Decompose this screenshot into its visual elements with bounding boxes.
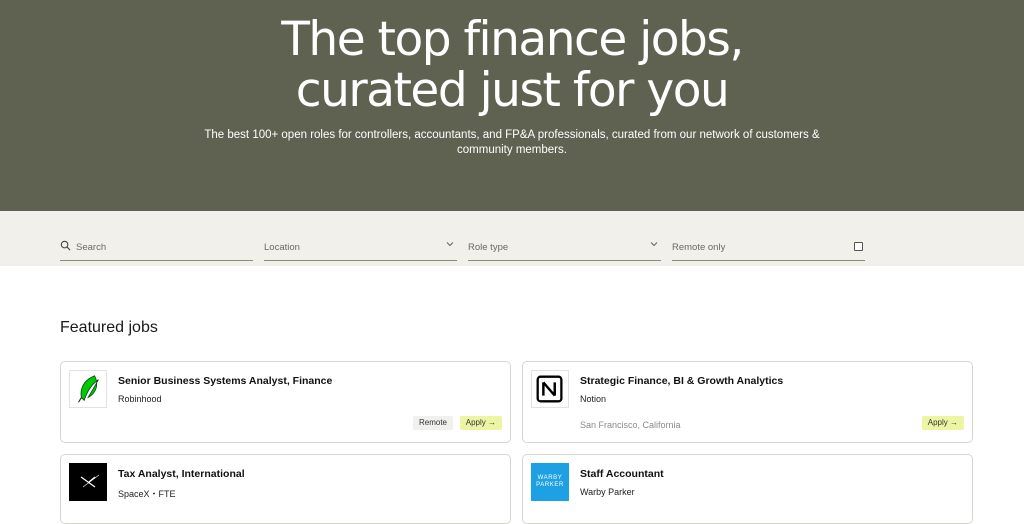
remote-only-checkbox[interactable]	[854, 242, 863, 251]
job-location: San Francisco, California	[580, 420, 681, 430]
featured-jobs-heading: Featured jobs	[60, 319, 158, 336]
role-type-label: Role type	[468, 242, 509, 253]
chevron-down-icon	[650, 242, 658, 247]
hero-title: The top finance jobs, curated just for y…	[0, 14, 1024, 116]
hero-title-line-1: The top finance jobs,	[281, 12, 744, 67]
warby-parker-logo-text-2: PARKER	[536, 482, 564, 488]
spacex-x-icon	[69, 463, 107, 501]
location-label: Location	[264, 242, 300, 253]
remote-only-label: Remote only	[672, 242, 726, 253]
job-company: SpaceX・FTE	[118, 489, 176, 499]
hero-banner: The top finance jobs, curated just for y…	[0, 0, 1024, 211]
search-icon	[60, 240, 71, 251]
job-company: Warby Parker	[580, 487, 635, 497]
hero-title-line-2: curated just for you	[295, 63, 730, 118]
location-select[interactable]: Location	[264, 224, 457, 261]
robinhood-feather-icon	[69, 370, 107, 408]
search-placeholder: Search	[76, 242, 107, 253]
job-title[interactable]: Senior Business Systems Analyst, Finance	[118, 375, 332, 387]
job-card[interactable]: WARBY PARKER Staff Accountant Warby Park…	[522, 454, 973, 524]
remote-only-filter[interactable]: Remote only	[672, 224, 865, 261]
job-card[interactable]: Senior Business Systems Analyst, Finance…	[60, 361, 511, 443]
job-title[interactable]: Staff Accountant	[580, 468, 664, 480]
job-title[interactable]: Strategic Finance, BI & Growth Analytics	[580, 375, 783, 387]
apply-button[interactable]: Apply →	[921, 416, 964, 430]
warby-parker-logo-text-1: WARBY	[537, 475, 563, 481]
role-type-select[interactable]: Role type	[468, 224, 661, 261]
warby-parker-logo: WARBY PARKER	[531, 463, 569, 501]
job-card[interactable]: Tax Analyst, International SpaceX・FTE	[60, 454, 511, 524]
apply-button[interactable]: Apply →	[459, 416, 502, 430]
chevron-down-icon	[446, 242, 454, 247]
search-input[interactable]: Search	[60, 224, 253, 261]
notion-n-icon	[531, 370, 569, 408]
remote-badge: Remote	[412, 416, 453, 430]
job-company: Notion	[580, 394, 607, 404]
hero-subtitle: The best 100+ open roles for controllers…	[204, 129, 820, 156]
filter-bar: Search Location Role type Remote only	[0, 211, 1024, 266]
job-title[interactable]: Tax Analyst, International	[118, 468, 245, 480]
job-card[interactable]: Strategic Finance, BI & Growth Analytics…	[522, 361, 973, 443]
job-company: Robinhood	[118, 394, 162, 404]
